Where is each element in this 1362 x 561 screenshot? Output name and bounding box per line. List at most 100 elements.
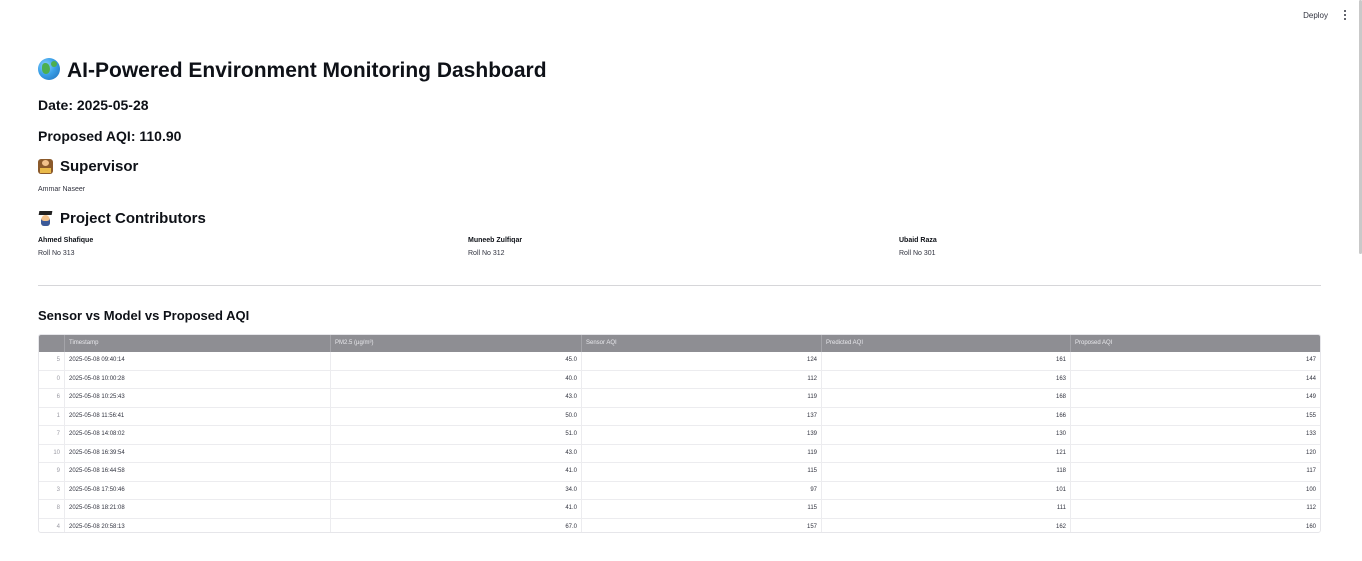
timestamp-cell[interactable]: 2025-05-08 16:44:58 [65,463,331,481]
row-index[interactable]: 10 [39,444,65,462]
timestamp-cell[interactable]: 2025-05-08 17:50:46 [65,481,331,499]
contributor-name: Ahmed Shafique [38,237,94,244]
pm25-cell[interactable]: 43.0 [331,444,582,462]
pm25-cell[interactable]: 45.0 [331,352,582,370]
top-toolbar: Deploy [0,0,1362,34]
row-index[interactable]: 9 [39,463,65,481]
timestamp-cell[interactable]: 2025-05-08 11:56:41 [65,407,331,425]
proposed-aqi-cell[interactable]: 149 [1071,389,1320,407]
contributor-name: Muneeb Zulfiqar [468,237,523,244]
timestamp-column-header[interactable]: Timestamp [65,335,331,352]
index-column-header[interactable] [39,335,65,352]
timestamp-cell[interactable]: 2025-05-08 18:21:08 [65,500,331,518]
table-title: Sensor vs Model vs Proposed AQI [38,308,250,323]
supervisor-heading: Supervisor [38,158,138,175]
globe-icon [38,58,60,80]
row-index[interactable]: 3 [39,481,65,499]
proposed-aqi-cell[interactable]: 100 [1071,482,1320,500]
predicted-aqi-column-header[interactable]: Predicted AQI [822,335,1071,352]
predicted-aqi-cell[interactable]: 162 [822,518,1071,532]
timestamp-cell[interactable]: 2025-05-08 14:08:02 [65,426,331,444]
predicted-aqi-cell[interactable]: 163 [822,370,1071,388]
proposed-aqi-column-header[interactable]: Proposed AQI [1071,335,1320,352]
sensor-aqi-cell[interactable]: 119 [582,389,822,407]
table-row[interactable]: 10 2025-05-08 16:39:54 43.0 119 121 120 [39,444,1320,463]
table-row[interactable]: 3 2025-05-08 17:50:46 34.0 97 101 100 [39,481,1320,500]
predicted-aqi-cell[interactable]: 168 [822,389,1071,407]
table-row[interactable]: 6 2025-05-08 10:25:43 43.0 119 168 149 [39,389,1320,408]
aqi-data-table[interactable]: Timestamp PM2.5 (µg/m³) Sensor AQI Predi… [38,334,1321,533]
timestamp-cell[interactable]: 2025-05-08 20:58:13 [65,518,331,532]
row-index[interactable]: 6 [39,389,65,407]
page-title-text: AI-Powered Environment Monitoring Dashbo… [67,59,547,82]
sensor-aqi-cell[interactable]: 119 [582,444,822,462]
table-row[interactable]: 4 2025-05-08 20:58:13 67.0 157 162 160 [39,518,1320,533]
table-header: Timestamp PM2.5 (µg/m³) Sensor AQI Predi… [39,335,1320,352]
proposed-aqi-heading: Proposed AQI: 110.90 [38,128,182,144]
sensor-aqi-cell[interactable]: 157 [582,518,822,532]
proposed-aqi-cell[interactable]: 155 [1071,408,1320,426]
proposed-aqi-cell[interactable]: 160 [1071,519,1320,533]
pm25-cell[interactable]: 34.0 [331,481,582,499]
row-index[interactable]: 5 [39,352,65,370]
pm25-cell[interactable]: 43.0 [331,389,582,407]
predicted-aqi-cell[interactable]: 111 [822,500,1071,518]
sensor-aqi-cell[interactable]: 97 [582,481,822,499]
contributors-heading: Project Contributors [38,210,206,227]
proposed-aqi-cell[interactable]: 117 [1071,463,1320,481]
timestamp-cell[interactable]: 2025-05-08 10:00:28 [65,370,331,388]
row-index[interactable]: 1 [39,407,65,425]
pm25-cell[interactable]: 51.0 [331,426,582,444]
predicted-aqi-cell[interactable]: 166 [822,407,1071,425]
proposed-aqi-cell[interactable]: 133 [1071,426,1320,444]
kebab-menu-icon[interactable] [1341,10,1349,22]
table-row[interactable]: 5 2025-05-08 09:40:14 45.0 124 161 147 [39,352,1320,371]
row-index[interactable]: 0 [39,370,65,388]
pm25-cell[interactable]: 67.0 [331,518,582,532]
row-index[interactable]: 7 [39,426,65,444]
date-heading: Date: 2025-05-28 [38,97,149,113]
timestamp-cell[interactable]: 2025-05-08 10:25:43 [65,389,331,407]
pm25-cell[interactable]: 41.0 [331,500,582,518]
predicted-aqi-cell[interactable]: 130 [822,426,1071,444]
pm25-column-header[interactable]: PM2.5 (µg/m³) [331,335,582,352]
table-row[interactable]: 1 2025-05-08 11:56:41 50.0 137 166 155 [39,407,1320,426]
contributor-roll: Roll No 301 [899,250,936,257]
row-index[interactable]: 4 [39,518,65,532]
table-row[interactable]: 7 2025-05-08 14:08:02 51.0 139 130 133 [39,426,1320,445]
contributors-heading-text: Project Contributors [60,210,206,227]
timestamp-cell[interactable]: 2025-05-08 09:40:14 [65,352,331,370]
table-body: 5 2025-05-08 09:40:14 45.0 124 161 147 0 2025-0… [39,352,1320,533]
contributor-name: Ubaid Raza [899,237,937,244]
supervisor-heading-text: Supervisor [60,158,139,175]
proposed-aqi-cell[interactable]: 112 [1071,500,1320,518]
student-icon [38,211,53,226]
pm25-cell[interactable]: 40.0 [331,370,582,388]
pm25-cell[interactable]: 50.0 [331,407,582,425]
row-index[interactable]: 8 [39,500,65,518]
predicted-aqi-cell[interactable]: 121 [822,444,1071,462]
contributor-roll: Roll No 312 [468,250,505,257]
predicted-aqi-cell[interactable]: 161 [822,352,1071,370]
table-row[interactable]: 9 2025-05-08 16:44:58 41.0 115 118 117 [39,463,1320,482]
sensor-aqi-cell[interactable]: 112 [582,370,822,388]
timestamp-cell[interactable]: 2025-05-08 16:39:54 [65,444,331,462]
proposed-aqi-cell[interactable]: 120 [1071,445,1320,463]
predicted-aqi-cell[interactable]: 101 [822,481,1071,499]
sensor-aqi-cell[interactable]: 115 [582,500,822,518]
contributor-roll: Roll No 313 [38,250,75,257]
proposed-aqi-cell[interactable]: 144 [1071,371,1320,389]
sensor-aqi-cell[interactable]: 137 [582,407,822,425]
proposed-aqi-cell[interactable]: 147 [1071,352,1320,370]
sensor-aqi-cell[interactable]: 139 [582,426,822,444]
table-row[interactable]: 8 2025-05-08 18:21:08 41.0 115 111 112 [39,500,1320,519]
deploy-button[interactable]: Deploy [1303,11,1328,20]
sensor-aqi-cell[interactable]: 124 [582,352,822,370]
table-row[interactable]: 0 2025-05-08 10:00:28 40.0 112 163 144 [39,370,1320,389]
sensor-aqi-column-header[interactable]: Sensor AQI [582,335,822,352]
pm25-cell[interactable]: 41.0 [331,463,582,481]
predicted-aqi-cell[interactable]: 118 [822,463,1071,481]
supervisor-icon [38,159,53,174]
sensor-aqi-cell[interactable]: 115 [582,463,822,481]
supervisor-name: Ammar Naseer [38,186,86,193]
